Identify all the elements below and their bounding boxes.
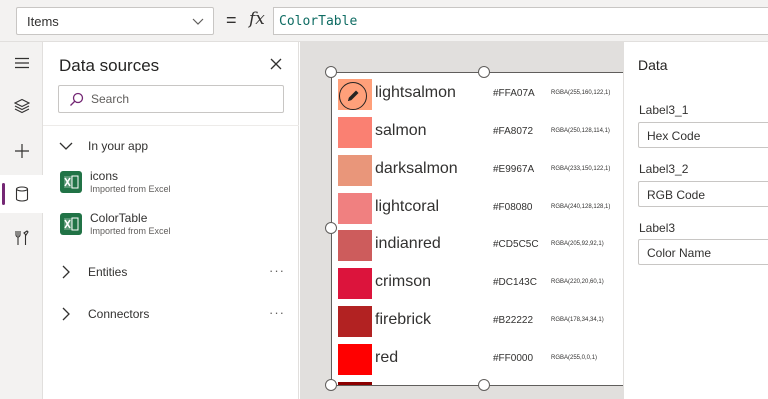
entities-header[interactable]: Entities	[59, 262, 127, 282]
menu-icon[interactable]	[0, 44, 43, 82]
rgb-code: RGBA(220,20,60,1)	[551, 279, 604, 285]
data-source-subtitle: Imported from Excel	[90, 226, 171, 236]
search-input[interactable]	[91, 90, 271, 108]
color-name: lightsalmon	[375, 84, 456, 101]
data-source-name: icons	[90, 169, 119, 183]
left-rail	[0, 42, 43, 399]
color-swatch	[338, 155, 372, 186]
gallery-row[interactable]: crimson #DC143C RGBA(220,20,60,1)	[332, 264, 636, 302]
color-swatch	[338, 117, 372, 148]
layers-icon[interactable]	[0, 87, 43, 125]
rgb-code: RGBA(250,128,114,1)	[551, 128, 610, 134]
panel-title: Data	[638, 57, 668, 73]
hex-code: #CD5C5C	[493, 239, 539, 250]
resize-handle[interactable]	[325, 222, 337, 234]
data-source-name: ColorTable	[90, 211, 148, 225]
more-options-icon[interactable]: ···	[269, 305, 285, 320]
resize-handle[interactable]	[325, 66, 337, 78]
excel-icon	[60, 213, 82, 235]
color-swatch	[338, 230, 372, 261]
property-dropdown[interactable]: Items	[16, 7, 214, 35]
color-name: red	[375, 349, 399, 366]
in-your-app-header[interactable]: In your app	[59, 136, 148, 156]
chevron-right-icon	[62, 265, 70, 279]
color-swatch	[338, 306, 372, 337]
gallery-row[interactable]: firebrick #B22222 RGBA(178,34,34,1)	[332, 302, 636, 340]
data-source-subtitle: Imported from Excel	[90, 184, 171, 194]
search-icon	[70, 92, 84, 106]
plus-icon[interactable]	[0, 132, 43, 170]
data-properties-panel: Data Label3_1 Hex Code Label3_2 RGB Code…	[623, 42, 768, 399]
search-box[interactable]	[58, 85, 284, 113]
color-swatch	[338, 344, 372, 375]
excel-icon	[60, 171, 82, 193]
tools-icon[interactable]	[0, 219, 43, 257]
rgb-code: RGBA(233,150,122,1)	[551, 166, 611, 172]
hex-code: #FA8072	[493, 126, 534, 137]
connectors-label: Connectors	[88, 307, 150, 321]
chevron-down-icon	[59, 142, 73, 150]
color-swatch	[338, 268, 372, 299]
formula-bar: Items = fx ColorTable	[0, 0, 768, 42]
pane-title: Data sources	[59, 56, 160, 75]
chevron-down-icon	[192, 18, 204, 25]
gallery-row[interactable]: darksalmon #E9967A RGBA(233,150,122,1)	[332, 151, 636, 189]
gallery-row[interactable]: lightcoral #F08080 RGBA(240,128,128,1)	[332, 189, 636, 227]
equals-sign: =	[226, 10, 237, 30]
rgb-code: RGBA(205,92,92,1)	[551, 241, 604, 247]
hex-code: #F08080	[493, 202, 533, 213]
fx-icon[interactable]: fx	[249, 9, 265, 29]
entities-label: Entities	[88, 265, 128, 279]
color-swatch	[338, 193, 372, 224]
close-icon[interactable]	[268, 56, 284, 72]
more-options-icon[interactable]: ···	[269, 263, 285, 278]
label3-1-field[interactable]: Hex Code	[638, 122, 768, 148]
field-label: Label3_1	[639, 103, 689, 117]
gallery-row[interactable]: salmon #FA8072 RGBA(250,128,114,1)	[332, 113, 636, 151]
color-name: firebrick	[375, 311, 432, 328]
resize-handle[interactable]	[478, 66, 490, 78]
color-name: lightcoral	[375, 198, 440, 215]
gallery-row[interactable]: red #FF0000 RGBA(255,0,0,1)	[332, 340, 636, 378]
edit-icon[interactable]	[339, 82, 367, 110]
color-name: salmon	[375, 122, 427, 139]
field-label: Label3	[639, 221, 676, 235]
rgb-code: RGBA(255,160,122,1)	[551, 90, 611, 96]
resize-handle[interactable]	[478, 379, 490, 391]
rgb-code: RGBA(240,128,128,1)	[551, 204, 611, 210]
color-gallery[interactable]: lightsalmon #FFA07A RGBA(255,160,122,1) …	[331, 72, 637, 386]
data-sources-pane: Data sources In your app icons Imported …	[43, 42, 299, 399]
rgb-code: RGBA(255,0,0,1)	[551, 355, 598, 361]
chevron-right-icon	[62, 307, 70, 321]
color-swatch	[338, 382, 372, 385]
property-dropdown-value: Items	[27, 14, 59, 29]
label3-field[interactable]: Color Name	[638, 239, 768, 265]
in-your-app-label: In your app	[88, 139, 149, 153]
divider	[43, 125, 299, 126]
hex-code: #DC143C	[493, 277, 537, 288]
hex-code: #FF0000	[493, 353, 534, 364]
color-name: crimson	[375, 273, 432, 290]
connectors-header[interactable]: Connectors	[59, 304, 149, 324]
field-label: Label3_2	[639, 162, 689, 176]
color-name: darksalmon	[375, 160, 458, 177]
formula-input[interactable]: ColorTable	[273, 7, 768, 35]
hex-code: #B22222	[493, 315, 534, 326]
gallery-row[interactable]: lightsalmon #FFA07A RGBA(255,160,122,1)	[332, 75, 636, 113]
hex-code: #FFA07A	[493, 88, 535, 99]
gallery-row[interactable]: indianred #CD5C5C RGBA(205,92,92,1)	[332, 226, 636, 264]
rgb-code: RGBA(178,34,34,1)	[551, 317, 604, 323]
color-name: indianred	[375, 235, 441, 252]
database-icon[interactable]	[0, 175, 43, 213]
label3-2-field[interactable]: RGB Code	[638, 181, 768, 207]
hex-code: #E9967A	[493, 164, 535, 175]
resize-handle[interactable]	[325, 379, 337, 391]
